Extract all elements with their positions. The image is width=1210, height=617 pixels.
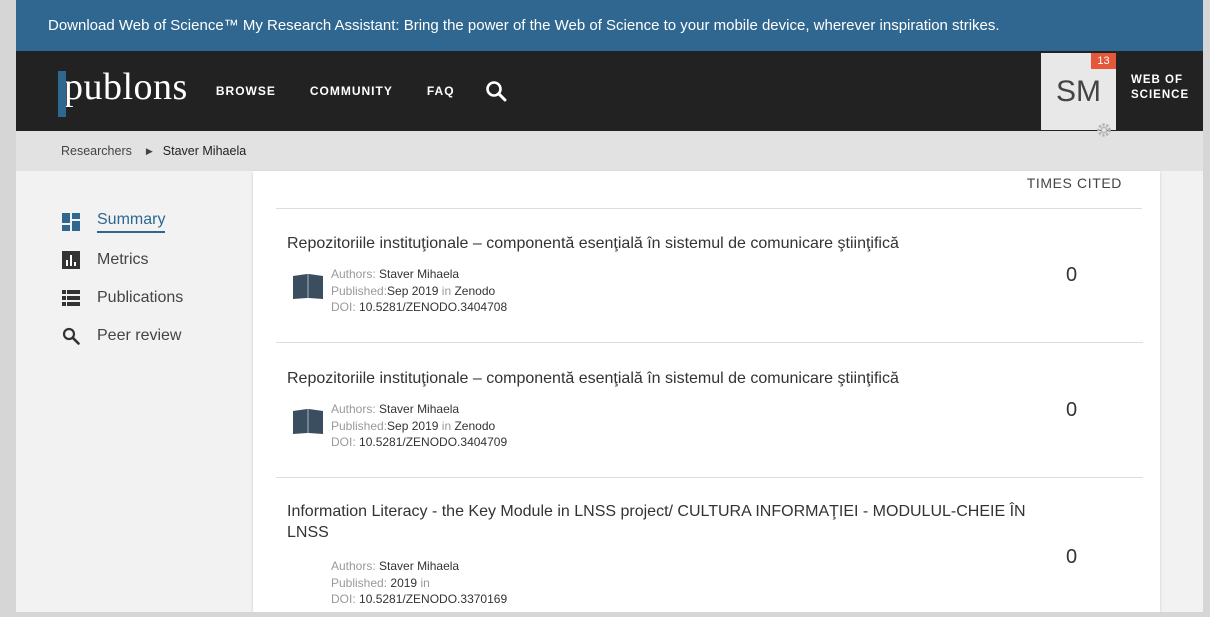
in-label: in xyxy=(441,283,452,298)
published-date: Sep 2019 xyxy=(387,283,439,298)
profile-sidebar: Summary Metrics Publications Peer review xyxy=(62,203,183,355)
gear-icon[interactable] xyxy=(1096,112,1112,137)
in-label: in xyxy=(441,418,452,433)
publication-title[interactable]: Information Literacy - the Key Module in… xyxy=(287,501,1027,543)
doi-label: DOI: xyxy=(331,300,356,314)
bar-chart-icon xyxy=(62,251,80,269)
book-icon xyxy=(291,407,325,435)
publication-row: Repozitoriile instituţionale – component… xyxy=(276,208,1143,343)
doi-link[interactable]: 10.5281/ZENODO.3370169 xyxy=(359,592,507,606)
user-initials: SM xyxy=(1056,74,1101,108)
authors-label: Authors: xyxy=(331,559,376,573)
author-name[interactable]: Staver Mihaela xyxy=(379,267,459,281)
publication-row: Information Literacy - the Key Module in… xyxy=(276,478,1143,612)
search-icon xyxy=(62,327,80,345)
user-avatar[interactable]: SM 13 xyxy=(1041,53,1116,137)
breadcrumb-researchers-link[interactable]: Researchers xyxy=(61,144,132,158)
sidebar-item-peer-review[interactable]: Peer review xyxy=(62,317,183,355)
published-label: Published: xyxy=(331,575,388,590)
published-line: Published: 2019 in xyxy=(331,575,507,592)
doi-label: DOI: xyxy=(331,435,356,449)
doi-line: DOI: 10.5281/ZENODO.3404708 xyxy=(331,299,507,316)
notification-badge[interactable]: 13 xyxy=(1091,53,1116,69)
logo-text: publons xyxy=(64,66,188,108)
nav-links: BROWSE COMMUNITY FAQ xyxy=(216,80,507,102)
publication-meta: Authors: Staver Mihaela Published:Sep 20… xyxy=(331,401,507,451)
times-cited-value[interactable]: 0 xyxy=(1066,546,1077,569)
sidebar-item-label: Peer review xyxy=(97,327,182,344)
publication-row: Repozitoriile instituţionale – component… xyxy=(276,343,1143,478)
publons-logo[interactable]: publons xyxy=(58,51,188,131)
book-icon xyxy=(291,272,325,300)
nav-community-link[interactable]: COMMUNITY xyxy=(310,84,393,98)
dashboard-icon xyxy=(62,213,80,231)
published-label: Published: xyxy=(331,283,388,298)
doi-line: DOI: 10.5281/ZENODO.3370169 xyxy=(331,591,507,608)
chevron-right-icon: ▶ xyxy=(145,145,153,156)
sidebar-item-label: Summary xyxy=(97,211,166,233)
published-label: Published: xyxy=(331,418,388,433)
published-date: Sep 2019 xyxy=(387,418,439,433)
published-line: Published:Sep 2019 in Zenodo xyxy=(331,418,507,435)
publication-title[interactable]: Repozitoriile instituţionale – component… xyxy=(287,233,1027,254)
published-line: Published:Sep 2019 in Zenodo xyxy=(331,283,507,300)
web-of-science-link[interactable]: WEB OF SCIENCE xyxy=(1131,73,1189,103)
search-icon[interactable] xyxy=(485,80,507,102)
promo-text[interactable]: Download Web of Science™ My Research Ass… xyxy=(48,17,1000,34)
authors-line: Authors: Staver Mihaela xyxy=(331,558,507,575)
sidebar-item-publications[interactable]: Publications xyxy=(62,279,183,317)
times-cited-header[interactable]: TIMES CITED xyxy=(1027,175,1122,191)
breadcrumb: Researchers ▶ Staver Mihaela xyxy=(16,131,1203,171)
doi-line: DOI: 10.5281/ZENODO.3404709 xyxy=(331,434,507,451)
nav-faq-link[interactable]: FAQ xyxy=(427,84,455,98)
doi-link[interactable]: 10.5281/ZENODO.3404709 xyxy=(359,435,507,449)
author-name[interactable]: Staver Mihaela xyxy=(379,402,459,416)
publication-meta: Authors: Staver Mihaela Published:Sep 20… xyxy=(331,266,507,316)
authors-line: Authors: Staver Mihaela xyxy=(331,401,507,418)
wos-line-2: SCIENCE xyxy=(1131,89,1190,101)
publication-venue[interactable]: Zenodo xyxy=(454,284,495,298)
nav-browse-link[interactable]: BROWSE xyxy=(216,84,276,98)
sidebar-item-metrics[interactable]: Metrics xyxy=(62,241,183,279)
sidebar-item-summary[interactable]: Summary xyxy=(62,203,183,241)
publication-meta: Authors: Staver Mihaela Published: 2019 … xyxy=(331,558,507,608)
sidebar-item-label: Metrics xyxy=(97,251,149,268)
sidebar-item-label: Publications xyxy=(97,289,184,306)
doi-label: DOI: xyxy=(331,592,356,606)
publication-title[interactable]: Repozitoriile instituţionale – component… xyxy=(287,368,1027,389)
wos-line-1: WEB OF xyxy=(1131,74,1183,86)
author-name[interactable]: Staver Mihaela xyxy=(379,559,459,573)
authors-label: Authors: xyxy=(331,267,376,281)
authors-label: Authors: xyxy=(331,402,376,416)
authors-line: Authors: Staver Mihaela xyxy=(331,266,507,283)
in-label: in xyxy=(420,575,430,590)
times-cited-value[interactable]: 0 xyxy=(1066,399,1077,422)
list-icon xyxy=(62,289,80,307)
top-navbar: publons BROWSE COMMUNITY FAQ SM 13 WEB O… xyxy=(16,51,1203,137)
logo-mark xyxy=(58,71,66,117)
breadcrumb-current: Staver Mihaela xyxy=(162,144,247,158)
browser-viewport: Download Web of Science™ My Research Ass… xyxy=(16,0,1203,612)
publications-panel: TIMES CITED Repozitoriile instituţionale… xyxy=(253,171,1160,612)
published-date: 2019 xyxy=(390,575,418,590)
promo-banner[interactable]: Download Web of Science™ My Research Ass… xyxy=(16,0,1203,51)
doi-link[interactable]: 10.5281/ZENODO.3404708 xyxy=(359,300,507,314)
times-cited-value[interactable]: 0 xyxy=(1066,264,1077,287)
publication-venue[interactable]: Zenodo xyxy=(454,419,495,433)
